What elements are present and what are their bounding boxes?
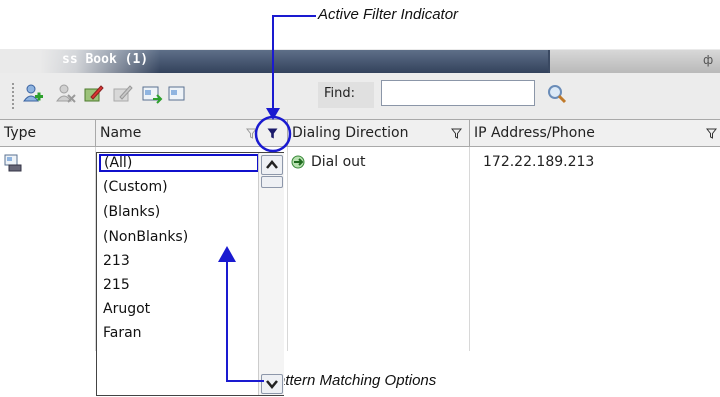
toolbar: Find: [0,73,720,119]
active-filter-indicator-callout: Active Filter Indicator [318,6,459,23]
dropdown-scrollbar[interactable] [258,153,284,395]
chevron-up-icon [266,160,278,169]
annotation-circle [254,115,292,153]
column-header-type-label: Type [4,125,37,141]
import-icon[interactable] [141,83,163,105]
edit-contact-icon[interactable] [83,83,105,105]
chevron-down-icon [266,380,278,389]
column-header-type[interactable]: Type [0,120,96,147]
annotation-line [272,15,274,112]
endpoint-icon [4,154,22,172]
filter-option-custom[interactable]: (Custom) [103,179,168,195]
filter-option-213[interactable]: 213 [103,253,130,269]
column-header-ip-address-label: IP Address/Phone [474,125,595,141]
filter-option-arugot[interactable]: Arugot [103,301,150,317]
scroll-thumb[interactable] [261,176,283,188]
find-input[interactable] [381,80,535,106]
find-label-box: Find: [318,82,374,108]
delete-group-icon[interactable] [112,83,134,105]
filter-icon[interactable] [706,128,717,139]
filter-option-faran[interactable]: Faran [103,325,142,341]
filter-option-all[interactable]: (All) [99,154,259,172]
export-icon[interactable] [167,83,189,105]
title-bar: ss Book (1) ф [0,49,720,73]
annotation-line [226,260,228,381]
pin-icon[interactable]: ф [703,53,713,67]
column-header-row: Type Name Dialing Direction IP Address/P… [0,119,720,147]
dialing-direction-cell: Dial out [311,154,366,170]
filter-option-blanks[interactable]: (Blanks) [103,204,160,220]
name-filter-dropdown: (All) (Custom) (Blanks) (NonBlanks) 213 … [96,152,284,396]
pattern-matching-options-callout: Pattern Matching Options [267,372,437,389]
delete-contact-icon[interactable] [55,83,77,105]
dial-out-icon [291,155,305,169]
annotation-line [272,15,316,17]
find-label: Find: [324,86,356,101]
ip-address-cell: 172.22.189.213 [483,154,595,170]
magnifier-icon[interactable] [546,83,568,105]
column-header-dialing-direction-label: Dialing Direction [292,125,409,141]
add-contact-icon[interactable] [22,83,44,105]
filter-option-nonblanks[interactable]: (NonBlanks) [103,229,188,245]
column-header-name-label: Name [100,125,142,141]
column-header-ip-address[interactable]: IP Address/Phone [470,120,720,147]
scroll-down-button[interactable] [261,374,283,394]
annotation-line [226,380,264,382]
window-title: ss Book (1) [62,52,149,67]
toolbar-grip[interactable] [12,83,14,109]
filter-icon[interactable] [451,128,462,139]
scroll-up-button[interactable] [261,155,283,175]
filter-option-215[interactable]: 215 [103,277,130,293]
column-header-dialing-direction[interactable]: Dialing Direction [288,120,470,147]
